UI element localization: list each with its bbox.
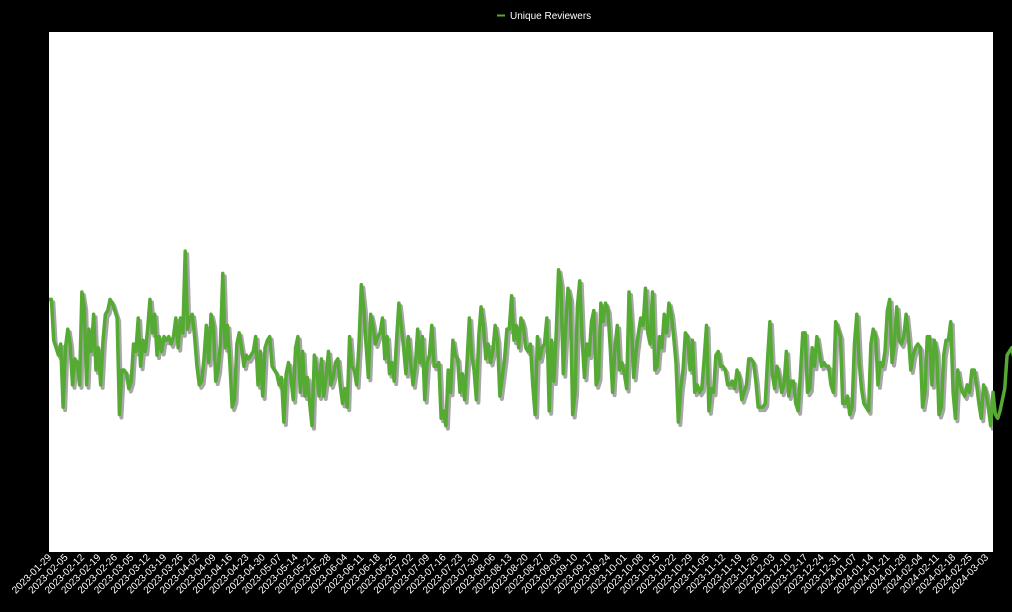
x-axis: 2023-01-292023-02-052023-02-122023-02-19… <box>10 552 991 596</box>
plot-area <box>49 32 993 552</box>
legend[interactable]: Unique Reviewers <box>497 11 591 22</box>
legend-label: Unique Reviewers <box>510 11 591 22</box>
line-chart: Unique Reviewers 2023-01-292023-02-05202… <box>10 11 1012 596</box>
